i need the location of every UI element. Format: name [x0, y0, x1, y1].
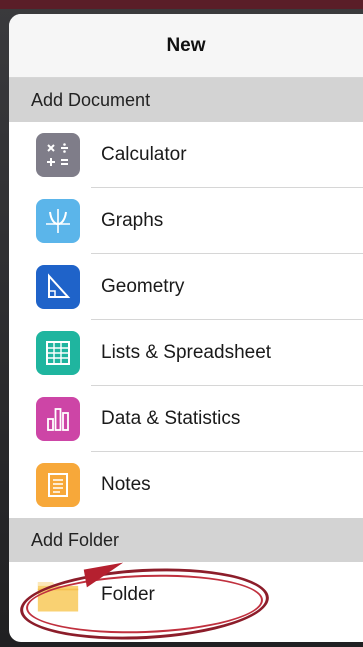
popover-arrow — [9, 20, 37, 30]
data-statistics-icon — [36, 397, 80, 441]
top-edge — [0, 0, 363, 9]
notes-icon — [36, 463, 80, 507]
menu-item-notes[interactable]: Notes — [9, 452, 363, 518]
popover-title: New — [166, 34, 206, 56]
geometry-icon — [36, 265, 80, 309]
folder-icon — [36, 573, 80, 617]
popover-header: New — [9, 14, 363, 78]
menu-item-label: Data & Statistics — [101, 408, 241, 429]
menu-item-label: Folder — [101, 584, 155, 605]
menu-item-calculator[interactable]: Calculator — [9, 122, 363, 188]
menu-item-graphs[interactable]: Graphs — [9, 188, 363, 254]
menu-item-data-statistics[interactable]: Data & Statistics — [9, 386, 363, 452]
menu-item-geometry[interactable]: Geometry — [9, 254, 363, 320]
menu-item-folder[interactable]: Folder — [9, 562, 363, 628]
section-add-folder: Add Folder — [9, 518, 363, 562]
section-add-document: Add Document — [9, 78, 363, 122]
menu-item-label: Geometry — [101, 276, 185, 297]
menu-item-label: Calculator — [101, 144, 187, 165]
menu-item-label: Graphs — [101, 210, 164, 231]
new-popover: New Add Document Calculator Graphs Geome… — [9, 14, 363, 642]
calculator-icon — [36, 133, 80, 177]
graphs-icon — [36, 199, 80, 243]
menu-item-label: Lists & Spreadsheet — [101, 342, 272, 363]
menu-item-label: Notes — [101, 474, 151, 495]
spreadsheet-icon — [36, 331, 80, 375]
menu-item-lists-spreadsheet[interactable]: Lists & Spreadsheet — [9, 320, 363, 386]
